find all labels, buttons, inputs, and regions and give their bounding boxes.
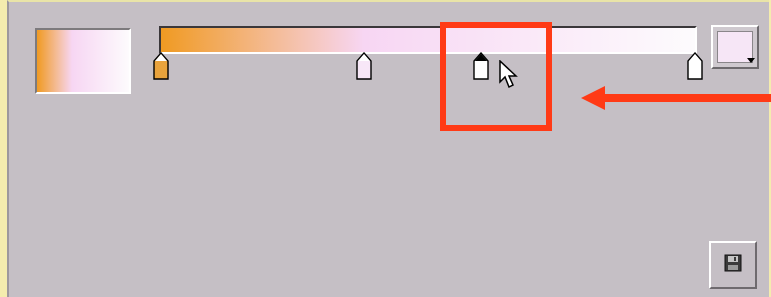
mouse-pointer-icon [499, 59, 521, 95]
gradient-bar[interactable] [159, 26, 697, 54]
arrow-left-icon [581, 86, 771, 115]
gradient-stop-1[interactable] [153, 52, 169, 82]
highlight-box [440, 22, 552, 131]
gradient-preview [35, 28, 131, 94]
save-button[interactable] [709, 241, 757, 289]
color-picker-dropdown[interactable] [711, 25, 759, 69]
gradient-bar-fill [161, 28, 695, 52]
gradient-editor-panel [7, 0, 771, 297]
save-icon [724, 254, 742, 277]
gradient-stop-4[interactable] [687, 52, 703, 82]
chevron-down-icon[interactable] [747, 58, 755, 63]
gradient-stop-2[interactable] [356, 52, 372, 82]
gradient-preview-fill [37, 30, 129, 92]
